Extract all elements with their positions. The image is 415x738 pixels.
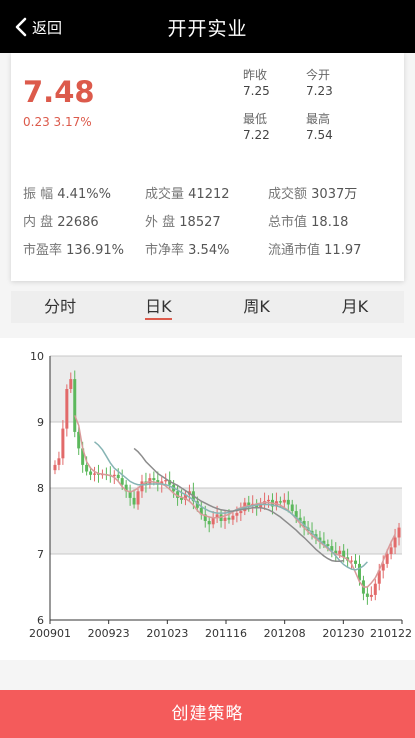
tab-daily-k[interactable]: 日K xyxy=(109,291,207,323)
stat-volume: 成交量 41212 xyxy=(145,186,230,202)
tab-weekly-k[interactable]: 周K xyxy=(208,291,306,323)
candle-body xyxy=(53,464,57,471)
y-tick-label: 10 xyxy=(30,350,44,363)
candle-body xyxy=(350,560,354,562)
stat-turnover: 成交额 3037万 xyxy=(268,186,358,202)
x-tick-label: 200923 xyxy=(88,627,130,640)
candle-body xyxy=(397,527,401,538)
prev-close-label: 昨收 xyxy=(243,68,268,82)
candle-body xyxy=(89,471,93,475)
y-tick-label: 8 xyxy=(37,482,44,495)
prev-close: 昨收 7.25 xyxy=(243,67,270,99)
candle-body xyxy=(231,515,235,520)
y-tick-label: 7 xyxy=(37,548,44,561)
candle-body xyxy=(116,474,120,479)
current-price: 7.48 xyxy=(23,75,95,109)
candle-body xyxy=(239,511,243,514)
stat-amplitude: 振 幅 4.41%% xyxy=(23,186,111,202)
candle-body xyxy=(152,478,156,481)
chart-tabs: 分时 日K 周K 月K xyxy=(11,291,404,323)
chart-band xyxy=(50,554,402,620)
x-tick-label: 200901 xyxy=(29,627,71,640)
candle-body xyxy=(286,499,290,505)
candle-body xyxy=(85,464,89,472)
x-tick-label: 201116 xyxy=(205,627,247,640)
open-label: 今开 xyxy=(306,68,331,82)
top-bar: 返回 开开实业 xyxy=(0,0,415,53)
stat-outer-volume: 外 盘 18527 xyxy=(145,214,221,230)
x-tick-label: 201023 xyxy=(146,627,188,640)
stats-row: 振 幅 4.41%% 成交量 41212 成交额 3037万 xyxy=(23,178,398,206)
stat-inner-volume: 内 盘 22686 xyxy=(23,214,99,230)
candle-body xyxy=(136,491,140,505)
candle-body xyxy=(393,537,397,548)
prev-close-value: 7.25 xyxy=(243,84,270,98)
kline-chart-panel: 6 7 8 9 10 200901 200923 201023 201116 201208 2012… xyxy=(0,338,415,660)
x-tick-label: 210122 xyxy=(370,627,412,640)
stat-float-cap: 流通市值 11.97 xyxy=(268,242,362,258)
tab-monthly-k[interactable]: 月K xyxy=(306,291,404,323)
candle-body xyxy=(223,517,227,521)
candle-body xyxy=(354,560,358,564)
open-price: 今开 7.23 xyxy=(306,67,333,99)
candle-body xyxy=(235,513,239,516)
high-price: 最高 7.54 xyxy=(306,111,333,143)
kline-chart[interactable]: 6 7 8 9 10 200901 200923 201023 201116 201208 2012… xyxy=(0,338,415,660)
candle-body xyxy=(120,478,124,485)
high-label: 最高 xyxy=(306,112,331,126)
stats-grid: 振 幅 4.41%% 成交量 41212 成交额 3037万 内 盘 22686… xyxy=(23,178,398,262)
open-value: 7.23 xyxy=(306,84,333,98)
candle-body xyxy=(278,501,282,503)
x-tick-label: 201230 xyxy=(322,627,364,640)
candle-body xyxy=(338,550,342,554)
candle-body xyxy=(290,504,294,512)
low-label: 最低 xyxy=(243,112,268,126)
candle-body xyxy=(282,499,286,503)
candle-body xyxy=(93,473,97,475)
candle-body xyxy=(73,379,77,432)
stat-market-cap: 总市值 18.18 xyxy=(268,214,349,230)
stat-pe-ratio: 市盈率 136.91% xyxy=(23,242,124,258)
stats-row: 市盈率 136.91% 市净率 3.54% 流通市值 11.97 xyxy=(23,234,398,262)
candle-body xyxy=(211,517,215,525)
candle-body xyxy=(365,593,369,597)
y-tick-label: 9 xyxy=(37,416,44,429)
page-title: 开开实业 xyxy=(167,18,248,40)
candle-body xyxy=(65,389,69,429)
low-value: 7.22 xyxy=(243,128,270,142)
y-tick-label: 6 xyxy=(37,614,44,627)
candle-body xyxy=(369,594,373,597)
candle-body xyxy=(57,458,61,465)
x-tick-label: 201208 xyxy=(264,627,306,640)
low-price: 最低 7.22 xyxy=(243,111,270,143)
quote-card: 7.48 0.23 3.17% 昨收 7.25 今开 7.23 最低 7.22 … xyxy=(11,53,404,281)
candle-body xyxy=(267,499,271,502)
candle-body xyxy=(112,474,116,477)
chart-band xyxy=(50,356,402,422)
candle-body xyxy=(227,517,231,520)
candle-body xyxy=(207,521,211,525)
stock-detail-page: 返回 开开实业 7.48 0.23 3.17% 昨收 7.25 今开 7.23 … xyxy=(0,0,415,738)
stat-pb-ratio: 市净率 3.54% xyxy=(145,242,230,258)
candle-body xyxy=(61,428,65,459)
candle-body xyxy=(385,554,389,564)
candle-body xyxy=(389,547,393,554)
candle-body xyxy=(373,583,377,595)
candle-body xyxy=(132,497,136,505)
tab-intraday[interactable]: 分时 xyxy=(11,291,109,323)
price-change: 0.23 3.17% xyxy=(23,115,92,129)
stats-row: 内 盘 22686 外 盘 18527 总市值 18.18 xyxy=(23,206,398,234)
create-strategy-button[interactable]: 创建策略 xyxy=(0,690,415,738)
high-value: 7.54 xyxy=(306,128,333,142)
candle-body xyxy=(69,379,73,389)
